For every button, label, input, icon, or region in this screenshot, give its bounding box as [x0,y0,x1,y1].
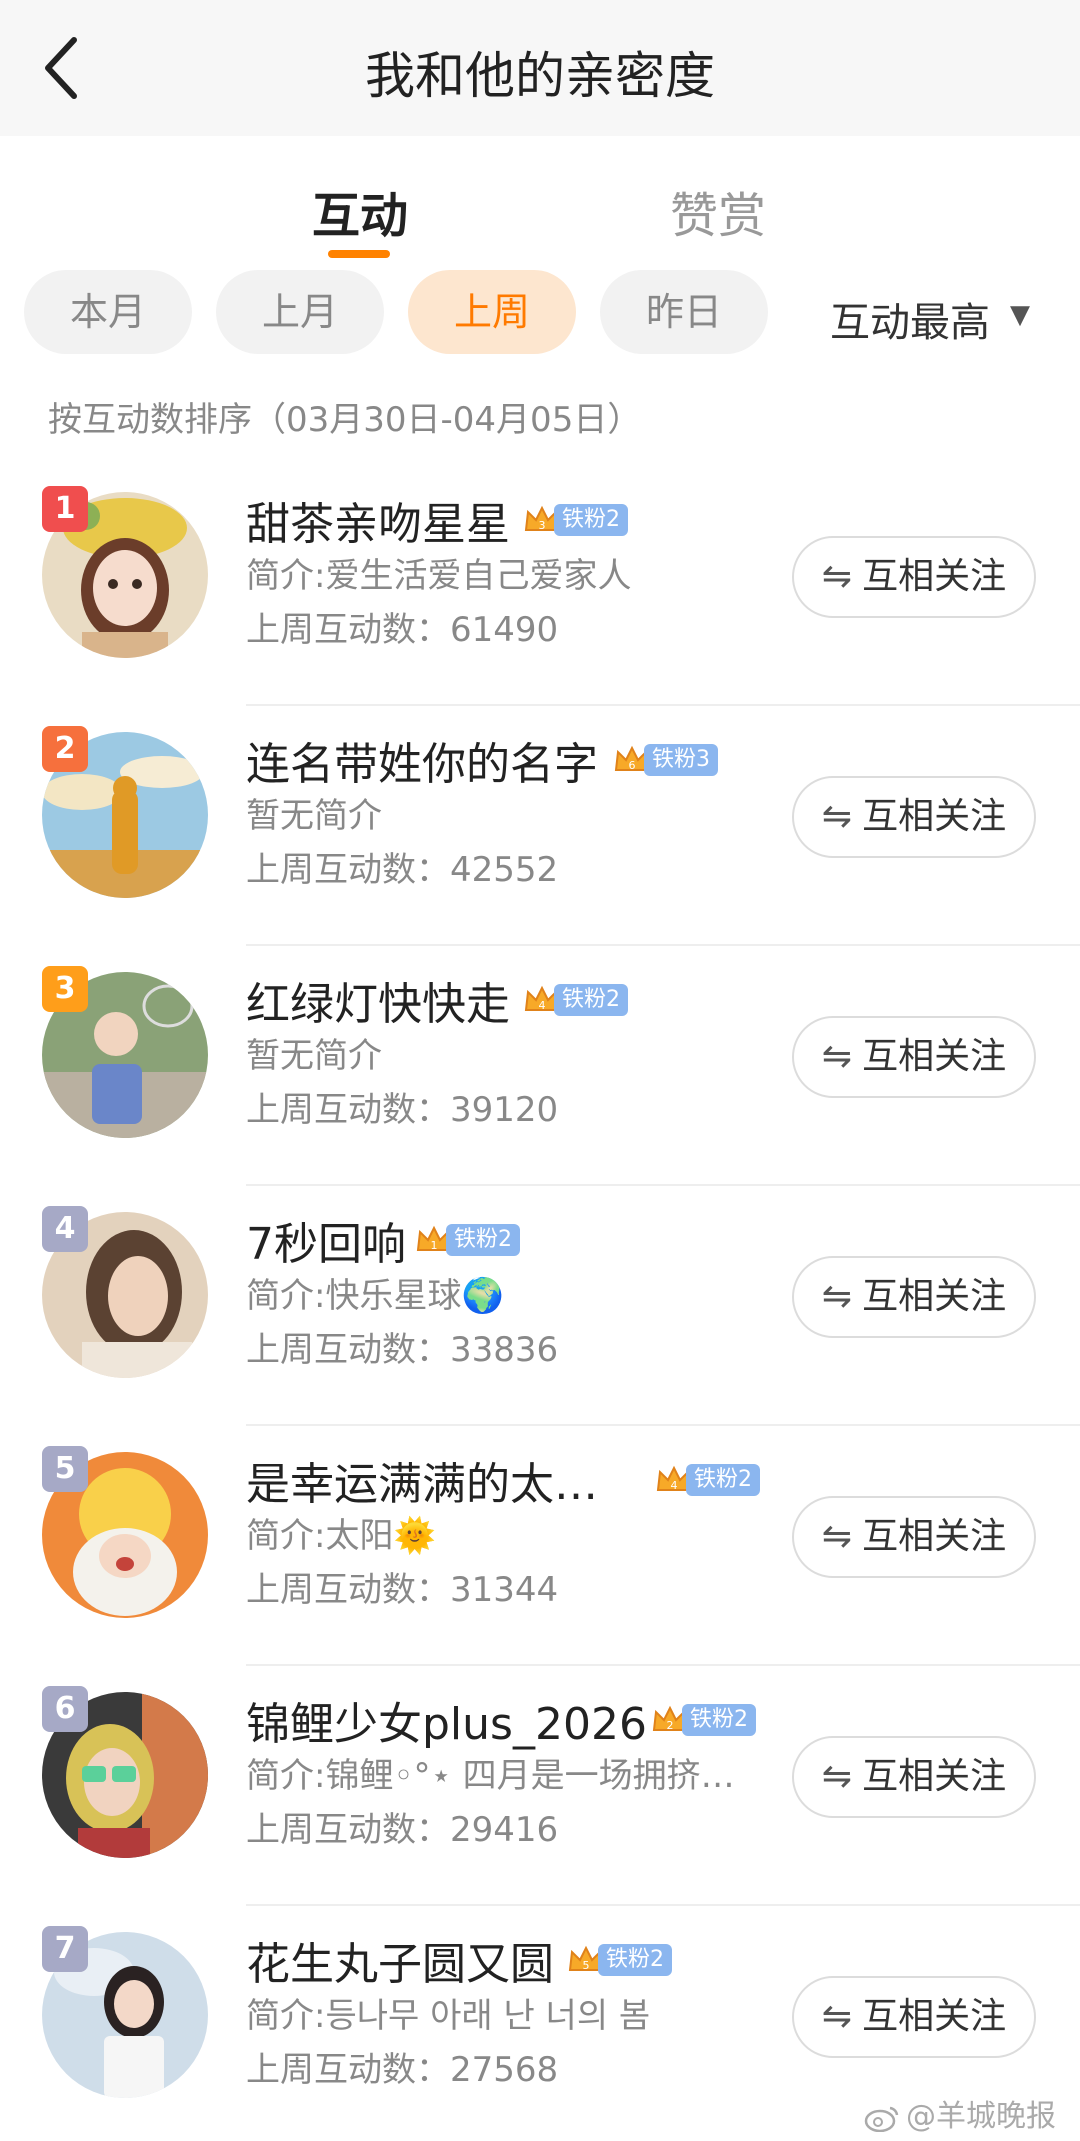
filter-last-week[interactable]: 上周 [408,270,576,354]
svg-text:5: 5 [583,1959,590,1972]
weibo-icon [864,2106,899,2132]
svg-text:4: 4 [671,1479,678,1492]
sort-dropdown[interactable]: 互动最高 [830,290,990,348]
fan-level-label: 铁粉2 [686,1464,760,1496]
interaction-count: 上周互动数：29416 [246,1810,559,1850]
rank-badge: 4 [42,1206,88,1252]
rank-badge: 2 [42,726,88,772]
user-name[interactable]: 花生丸子圆又圆 [246,1928,554,1992]
active-tab-indicator [328,250,390,258]
tab-bar: 互动 赞赏 [0,136,1080,266]
interaction-count: 上周互动数：39120 [246,1090,559,1130]
mutual-follow-button[interactable]: ⇋ 互相关注 [792,536,1036,618]
user-bio: 简介:快乐星球🌍 [246,1276,504,1316]
tab-appreciation[interactable]: 赞赏 [670,176,766,246]
user-name[interactable]: 是幸运满满的太… [246,1448,598,1512]
swap-icon: ⇋ [821,1276,853,1317]
filter-yesterday[interactable]: 昨日 [600,270,768,354]
rank-badge: 7 [42,1926,88,1972]
rank-badge: 1 [42,486,88,532]
swap-icon: ⇋ [821,1756,853,1797]
dropdown-arrow-icon[interactable]: ▼ [1010,300,1030,330]
mutual-follow-button[interactable]: ⇋ 互相关注 [792,776,1036,858]
svg-text:3: 3 [539,519,546,532]
user-name[interactable]: 甜茶亲吻星星 [246,488,510,552]
fan-level-label: 铁粉2 [554,504,628,536]
watermark: @羊城晚报 [864,2091,1056,2135]
filter-this-month[interactable]: 本月 [24,270,192,354]
fan-level-label: 铁粉2 [682,1704,756,1736]
svg-text:2: 2 [667,1719,674,1732]
svg-text:1: 1 [431,1239,438,1252]
page-title: 我和他的亲密度 [365,47,715,105]
list-item[interactable]: 5 是幸运满满的太… 4 铁粉2 简介:太阳🌞 上周互动数：31344 ⇋ 互相关… [0,1426,1080,1666]
swap-icon: ⇋ [821,1996,853,2037]
user-name[interactable]: 7秒回响 [246,1208,406,1272]
mutual-follow-button[interactable]: ⇋ 互相关注 [792,1976,1036,2058]
swap-icon: ⇋ [821,796,853,837]
swap-icon: ⇋ [821,1036,853,1077]
user-bio: 暂无简介 [246,796,382,836]
sort-description: 按互动数排序（03月30日-04月05日） [48,400,642,440]
user-bio: 简介:爱生活爱自己爱家人 [246,556,632,596]
mutual-follow-button[interactable]: ⇋ 互相关注 [792,1256,1036,1338]
fan-level-label: 铁粉3 [644,744,718,776]
svg-text:6: 6 [629,759,636,772]
interaction-count: 上周互动数：33836 [246,1330,559,1370]
interaction-count: 上周互动数：42552 [246,850,559,890]
user-name[interactable]: 连名带姓你的名字 [246,728,598,792]
interaction-count: 上周互动数：61490 [246,610,559,650]
fan-level-label: 铁粉2 [598,1944,672,1976]
interaction-count: 上周互动数：27568 [246,2050,559,2090]
filter-last-month[interactable]: 上月 [216,270,384,354]
list-item[interactable]: 4 7秒回响 1 铁粉2 简介:快乐星球🌍 上周互动数：33836 ⇋ 互相关注 [0,1186,1080,1426]
top-bar: 我和他的亲密度 [0,0,1080,136]
mutual-follow-button[interactable]: ⇋ 互相关注 [792,1736,1036,1818]
user-bio: 简介:등나무 아래 난 너의 봄 [246,1996,651,2036]
list-item[interactable]: 3 红绿灯快快走 4 铁粉2 暂无简介 上周互动数：39120 ⇋ 互相关注 [0,946,1080,1186]
rank-badge: 3 [42,966,88,1012]
list-item[interactable]: 2 连名带姓你的名字 6 铁粉3 暂无简介 上周互动数：42552 ⇋ 互相关注 [0,706,1080,946]
swap-icon: ⇋ [821,556,853,597]
user-bio: 简介:太阳🌞 [246,1516,436,1556]
user-name[interactable]: 红绿灯快快走 [246,968,510,1032]
list-item[interactable]: 6 锦鲤少女plus_2026 2 铁粉2 简介:锦鲤◦°⋆ 四月是一场拥挤… … [0,1666,1080,1906]
user-bio: 简介:锦鲤◦°⋆ 四月是一场拥挤… [246,1756,735,1796]
fan-level-label: 铁粉2 [446,1224,520,1256]
time-filter-bar: 本月 上月 上周 昨日 互动最高 ▼ [0,270,1080,356]
mutual-follow-button[interactable]: ⇋ 互相关注 [792,1016,1036,1098]
user-name[interactable]: 锦鲤少女plus_2026 [246,1688,647,1752]
svg-text:4: 4 [539,999,546,1012]
rank-badge: 6 [42,1686,88,1732]
list-item[interactable]: 1 甜茶亲吻星星 3 铁粉2 简介:爱生活爱自己爱家人 上周互动数：61490 … [0,466,1080,706]
fan-level-label: 铁粉2 [554,984,628,1016]
interaction-count: 上周互动数：31344 [246,1570,559,1610]
mutual-follow-button[interactable]: ⇋ 互相关注 [792,1496,1036,1578]
swap-icon: ⇋ [821,1516,853,1557]
user-bio: 暂无简介 [246,1036,382,1076]
tab-interaction[interactable]: 互动 [312,176,408,246]
rank-badge: 5 [42,1446,88,1492]
